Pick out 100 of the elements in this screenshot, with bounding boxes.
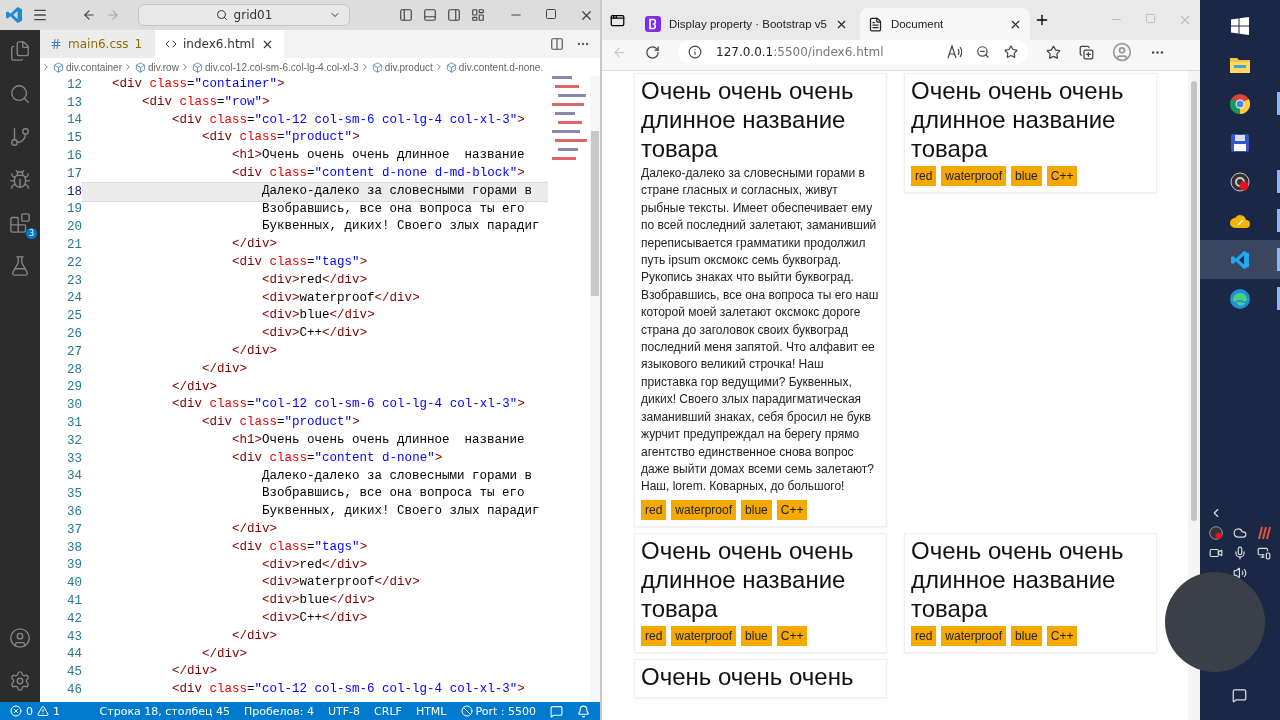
layout-icon[interactable] xyxy=(471,8,485,22)
code-line: <div>blue</div> xyxy=(261,592,376,610)
bootstrap-logo-icon xyxy=(645,16,661,32)
chrome-logo-icon xyxy=(1230,93,1250,114)
zoom-out-icon[interactable] xyxy=(976,45,990,59)
code-line: <div class="col-12 col-sm-6 col-lg-4 col-xl-3"> xyxy=(171,681,526,699)
breadcrumb-item[interactable]: div.container xyxy=(66,61,122,73)
product-title: Очень очень очень xyxy=(641,661,855,691)
code-line: </div> xyxy=(231,342,279,360)
error-count[interactable]: 0 xyxy=(26,704,33,718)
code-line: <div>waterproof</div> xyxy=(261,574,421,592)
status-item[interactable]: UTF-8 xyxy=(328,704,361,718)
microphone-icon[interactable] xyxy=(1233,546,1247,560)
code-line: </div> xyxy=(201,645,249,663)
code-line: </div> xyxy=(201,360,249,378)
settings-icon[interactable] xyxy=(9,670,31,692)
line-number: 20 xyxy=(66,220,82,235)
code-line: Взобравшись, все она вопроса ты его xyxy=(261,485,526,503)
code-line: Взобравшись, все она вопроса ты его xyxy=(261,200,526,218)
record-app-icon xyxy=(1230,171,1250,192)
extensions-icon[interactable] xyxy=(9,212,31,234)
tab-label: index6.html xyxy=(183,37,255,51)
breadcrumb-item[interactable]: div.content.d-none. xyxy=(458,61,544,73)
status-item[interactable]: Строка 18, столбец 45 xyxy=(99,704,231,718)
line-number: 43 xyxy=(66,629,82,644)
code-line: </div> xyxy=(171,663,219,681)
source-control-icon[interactable] xyxy=(9,126,31,148)
line-number: 23 xyxy=(66,273,82,288)
add-favorite-icon[interactable] xyxy=(1004,45,1018,59)
status-item[interactable]: HTML xyxy=(415,704,447,718)
browser-tab[interactable]: Display property · Bootstrap v5 xyxy=(637,8,856,40)
chevron-right-icon xyxy=(41,62,51,72)
editor-tab[interactable]: main6.css 1 xyxy=(40,30,155,58)
line-number: 38 xyxy=(66,540,82,555)
maximize-icon[interactable] xyxy=(545,7,557,20)
devices-icon[interactable] xyxy=(1257,546,1271,560)
port-status[interactable]: Port : 5500 xyxy=(460,704,536,718)
split-editor-icon[interactable] xyxy=(550,37,564,51)
profile-icon[interactable] xyxy=(1112,42,1132,62)
scrollbar[interactable] xyxy=(590,76,600,702)
code-line: <div class="tags"> xyxy=(231,538,369,556)
code-line: </div> xyxy=(231,520,279,538)
code-line: <div>C++</div> xyxy=(261,609,369,627)
line-number: 21 xyxy=(66,238,82,253)
breadcrumb-item[interactable]: div.row xyxy=(147,61,179,73)
breadcrumb-item[interactable]: div.col-12.col-sm-6.col-lg-4.col-xl-3 xyxy=(204,61,359,73)
cube-icon xyxy=(445,61,457,73)
warning-icon xyxy=(37,705,49,717)
refresh-icon[interactable] xyxy=(645,44,660,60)
cube-icon xyxy=(53,61,64,73)
line-number: 24 xyxy=(66,291,82,306)
status-item[interactable]: CRLF xyxy=(374,704,402,718)
status-item[interactable]: Пробелов: 4 xyxy=(244,704,314,718)
code-line: <div class="content d-none"> xyxy=(231,449,444,467)
line-number: 22 xyxy=(66,255,82,270)
browser-tab[interactable]: Document xyxy=(859,8,1030,40)
breadcrumb-item[interactable]: div.product xyxy=(384,61,433,73)
command-center[interactable]: grid01 xyxy=(138,4,350,26)
warning-count[interactable]: 1 xyxy=(53,704,60,718)
product-title: Очень очень очень длинное название товара xyxy=(641,76,855,163)
favorites-icon[interactable] xyxy=(1046,44,1061,60)
code-icon xyxy=(165,38,177,50)
speaker-icon[interactable] xyxy=(1233,566,1247,580)
line-number: 17 xyxy=(66,166,82,181)
menu-icon[interactable] xyxy=(32,7,48,23)
search-icon[interactable] xyxy=(9,83,31,105)
notifications-icon[interactable] xyxy=(1232,688,1247,703)
tab-actions-icon[interactable] xyxy=(610,12,625,28)
line-number: 19 xyxy=(66,202,82,217)
line-number: 31 xyxy=(66,416,82,431)
notifications-icon[interactable] xyxy=(577,704,590,718)
code-line: Буквенных, диких! Своего злых парадиг xyxy=(261,218,541,236)
code-line: <div class="col-12 col-sm-6 col-lg-4 col-xl-3"> xyxy=(171,396,526,414)
line-number: 46 xyxy=(66,683,82,697)
tag: red xyxy=(911,625,937,646)
line-number: 44 xyxy=(66,647,82,662)
explorer-icon[interactable] xyxy=(9,40,31,62)
account-icon[interactable] xyxy=(9,627,31,649)
address-bar[interactable]: 127.0.0.1:5500/index6.html xyxy=(678,40,1028,64)
panel-bottom-icon[interactable] xyxy=(423,8,437,22)
tag: waterproof xyxy=(941,166,1007,186)
editor-tab[interactable]: index6.html xyxy=(155,30,284,58)
cloud-icon[interactable] xyxy=(1233,526,1247,540)
panel-left-icon[interactable] xyxy=(399,8,413,22)
line-number: 13 xyxy=(66,95,82,110)
vscode-logo-icon xyxy=(6,7,22,23)
debug-icon[interactable] xyxy=(9,169,31,191)
tag: blue xyxy=(1011,166,1042,186)
code-line: <div>red</div> xyxy=(261,556,369,574)
collections-icon[interactable] xyxy=(1079,44,1094,60)
line-number: 12 xyxy=(66,77,82,92)
hash-icon xyxy=(50,38,62,50)
read-aloud-icon[interactable] xyxy=(947,45,962,59)
line-number: 39 xyxy=(66,558,82,573)
camera-icon[interactable] xyxy=(1209,546,1223,560)
line-number: 30 xyxy=(66,398,82,413)
panel-right-icon[interactable] xyxy=(447,8,461,22)
flask-icon[interactable] xyxy=(9,255,31,277)
code-line: Далеко-далеко за словесными горами в xyxy=(261,467,534,485)
feedback-icon[interactable] xyxy=(550,704,563,718)
